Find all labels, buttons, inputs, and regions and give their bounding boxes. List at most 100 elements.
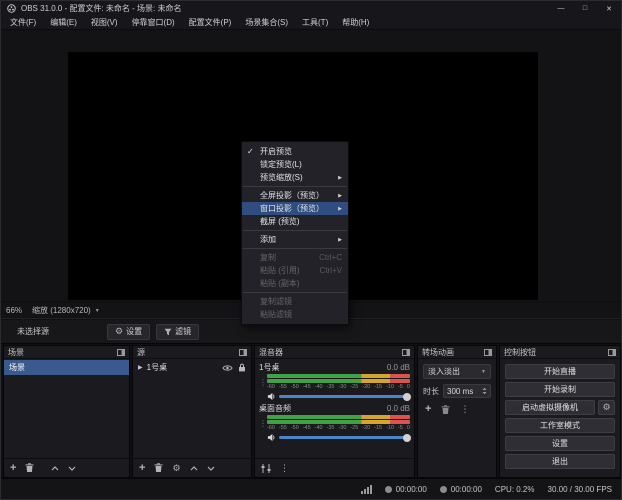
transitions-dock-header[interactable]: 转场动画 xyxy=(418,346,496,359)
obs-window: OBS 31.0.0 - 配置文件: 未命名 - 场景: 未命名 — □ ✕ 文… xyxy=(0,0,622,500)
scenes-dock-header[interactable]: 场景 xyxy=(4,346,129,359)
menu-item-copy: 复制 Ctrl+C xyxy=(242,251,348,264)
menu-item-enable-preview[interactable]: ✓ 开启预览 xyxy=(242,145,348,158)
menu-item-label: 粘贴 (引用) xyxy=(260,265,300,276)
menu-edit[interactable]: 编辑(E) xyxy=(43,16,84,30)
controls-dock-header[interactable]: 控制按钮 xyxy=(500,346,620,359)
virtual-camera-settings-button[interactable]: ⚙ xyxy=(598,400,615,415)
menu-item-add[interactable]: 添加 ▶ xyxy=(242,233,348,246)
start-streaming-button[interactable]: 开始直播 xyxy=(505,364,615,379)
spinner-arrows-icon[interactable] xyxy=(482,387,487,395)
menu-item-label: 复制滤镜 xyxy=(260,296,292,307)
studio-mode-button[interactable]: 工作室模式 xyxy=(505,418,615,433)
dock-popout-icon xyxy=(608,349,616,356)
volume-slider-knob[interactable] xyxy=(403,393,411,401)
remove-source-button[interactable] xyxy=(154,463,163,473)
source-properties-button[interactable]: ⚙ 设置 xyxy=(107,324,150,340)
source-lock-button[interactable] xyxy=(238,363,246,372)
network-signal-icon xyxy=(361,485,372,494)
mute-button[interactable] xyxy=(267,392,276,401)
exit-button[interactable]: 退出 xyxy=(505,454,615,469)
menu-item-screenshot-preview[interactable]: 截屏 (预览) xyxy=(242,215,348,228)
mixer-dock-title: 混音器 xyxy=(259,347,283,358)
remove-transition-button[interactable] xyxy=(441,405,450,415)
menu-docks[interactable]: 停靠窗口(D) xyxy=(125,16,182,30)
fps-indicator: 30.00 / 30.00 FPS xyxy=(548,485,613,494)
duration-spinner[interactable]: 300 ms xyxy=(443,384,491,398)
preview-context-menu: ✓ 开启预览 锁定预览(L) 预览缩放(S) ▶ 全屏投影（预览） ▶ 窗口投影… xyxy=(241,141,349,325)
menu-item-label: 复制 xyxy=(260,252,276,263)
menu-tools[interactable]: 工具(T) xyxy=(295,16,335,30)
mixer-dock-header[interactable]: 混音器 xyxy=(255,346,414,359)
close-button[interactable]: ✕ xyxy=(597,1,621,16)
submenu-arrow-icon: ▶ xyxy=(338,193,342,199)
no-source-selected-label: 未选择源 xyxy=(17,326,49,337)
filters-icon xyxy=(164,328,172,336)
menu-view[interactable]: 视图(V) xyxy=(84,16,125,30)
scene-list-item[interactable]: 场景 xyxy=(4,360,129,375)
move-scene-up-button[interactable] xyxy=(51,466,59,471)
start-recording-button[interactable]: 开始录制 xyxy=(505,382,615,397)
sources-dock-header[interactable]: 源 xyxy=(133,346,251,359)
sources-list: ▶ 1号桌 xyxy=(133,360,251,458)
advanced-audio-button[interactable] xyxy=(261,464,271,473)
menu-item-fullscreen-projector[interactable]: 全屏投影（预览） ▶ xyxy=(242,189,348,202)
transition-properties-button[interactable]: ⋮ xyxy=(460,405,469,414)
source-filters-button[interactable]: 滤镜 xyxy=(156,324,199,340)
menu-profile[interactable]: 配置文件(P) xyxy=(182,16,239,30)
menu-help[interactable]: 帮助(H) xyxy=(335,16,376,30)
volume-slider[interactable] xyxy=(279,436,410,439)
volume-slider-knob[interactable] xyxy=(403,434,411,442)
chevron-down-icon xyxy=(68,466,76,471)
meter-scale: -60-55-50-45-40-35-30-25-20-15-10-50 xyxy=(267,384,410,390)
menu-item-label: 添加 xyxy=(260,234,276,245)
drag-grip-icon[interactable]: ⋮ xyxy=(259,374,267,401)
obs-logo-icon xyxy=(7,4,16,13)
transition-select[interactable]: 淡入淡出 ▼ xyxy=(423,364,491,379)
add-source-button[interactable]: + xyxy=(139,463,145,474)
mute-button[interactable] xyxy=(267,433,276,442)
menu-item-lock-preview[interactable]: 锁定预览(L) xyxy=(242,158,348,171)
menu-item-windowed-projector[interactable]: 窗口投影（预览） ▶ xyxy=(242,202,348,215)
volume-meter xyxy=(267,374,410,378)
add-transition-button[interactable]: + xyxy=(425,404,431,415)
dock-popout-icon xyxy=(484,349,492,356)
minimize-button[interactable]: — xyxy=(549,1,573,16)
menu-file[interactable]: 文件(F) xyxy=(3,16,43,30)
move-source-down-button[interactable] xyxy=(207,466,215,471)
faders-icon xyxy=(261,464,271,473)
maximize-button[interactable]: □ xyxy=(573,1,597,16)
sources-dock: 源 ▶ 1号桌 + xyxy=(132,345,252,478)
scenes-dock: 场景 场景 + xyxy=(3,345,130,478)
menubar: 文件(F) 编辑(E) 视图(V) 停靠窗口(D) 配置文件(P) 场景集合(S… xyxy=(1,16,621,30)
window-title: OBS 31.0.0 - 配置文件: 未命名 - 场景: 未命名 xyxy=(21,3,181,14)
canvas-scale-dropdown[interactable]: 缩放 (1280x720) ▼ xyxy=(32,305,100,316)
source-visibility-button[interactable] xyxy=(222,364,233,372)
speaker-icon xyxy=(267,433,276,442)
volume-meter xyxy=(267,420,410,424)
move-scene-down-button[interactable] xyxy=(68,466,76,471)
mixer-channel: 1号桌 0.0 dB ⋮ -60-55-50-45-40-35-30-25-20… xyxy=(255,360,414,401)
controls-body: 开始直播 开始录制 启动虚拟摄像机 ⚙ 工作室模式 设置 退出 xyxy=(500,360,620,477)
chevron-down-icon: ▼ xyxy=(481,369,486,375)
sources-dock-title: 源 xyxy=(137,347,145,358)
mixer-channel: 桌面音频 0.0 dB ⋮ -60-55-50-45-40-35-30-25-2… xyxy=(255,401,414,442)
start-virtual-camera-button[interactable]: 启动虚拟摄像机 xyxy=(505,400,595,415)
volume-slider[interactable] xyxy=(279,395,410,398)
virtual-camera-row: 启动虚拟摄像机 ⚙ xyxy=(505,400,615,415)
sources-toolbar: + ⚙ xyxy=(133,458,251,477)
remove-scene-button[interactable] xyxy=(25,463,34,473)
menu-item-label: 全屏投影（预览） xyxy=(260,190,324,201)
drag-grip-icon[interactable]: ⋮ xyxy=(259,415,267,442)
settings-button[interactable]: 设置 xyxy=(505,436,615,451)
menu-scene-collection[interactable]: 场景集合(S) xyxy=(238,16,295,30)
mixer-options-button[interactable]: ⋮ xyxy=(280,464,289,473)
move-source-up-button[interactable] xyxy=(190,466,198,471)
volume-meter xyxy=(267,415,410,419)
menu-item-copy-filters: 复制滤镜 xyxy=(242,295,348,308)
menu-item-preview-zoom[interactable]: 预览缩放(S) ▶ xyxy=(242,171,348,184)
source-properties-gear-button[interactable]: ⚙ xyxy=(172,464,180,473)
add-scene-button[interactable]: + xyxy=(10,463,16,474)
source-list-item[interactable]: ▶ 1号桌 xyxy=(133,360,251,375)
source-item-label: 1号桌 xyxy=(147,362,167,373)
